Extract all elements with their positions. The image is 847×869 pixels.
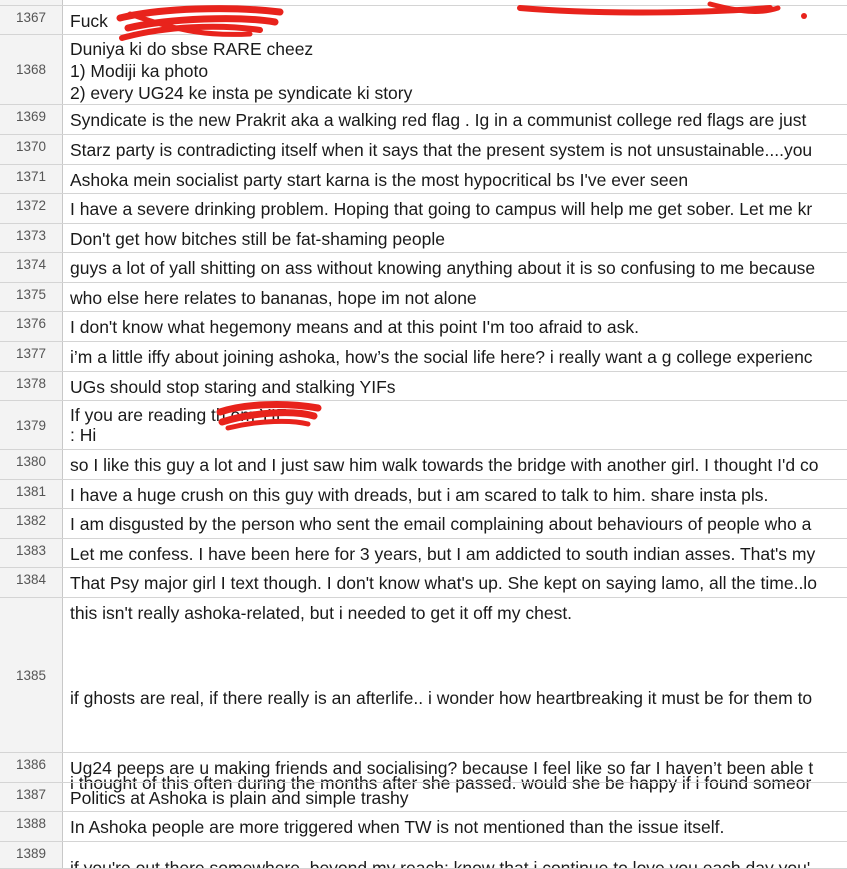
table-row[interactable]: 1381 I have a huge crush on this guy with… (0, 480, 847, 509)
cell-line: Starz party is contradicting itself when… (70, 140, 813, 160)
cell-line: : Hi (70, 425, 97, 445)
cell-line: I have a huge crush on this guy with dre… (70, 485, 769, 505)
cell-line: 1) Modiji ka photo (70, 61, 209, 81)
table-row[interactable]: 1387 Politics at Ashoka is plain and simp… (0, 783, 847, 812)
row-number[interactable]: 1373 (0, 224, 63, 252)
cell-text[interactable]: Starz party is contradicting itself when… (70, 139, 847, 161)
table-row[interactable]: 1379 If you are reading th om YIF,: Hi (0, 401, 847, 450)
cell-line: who else here relates to bananas, hope i… (70, 288, 477, 308)
table-row[interactable]: 1370 Starz party is contradicting itself … (0, 135, 847, 165)
cell-text[interactable]: I have a huge crush on this guy with dre… (70, 484, 847, 506)
row-number[interactable]: 1389 (0, 842, 63, 868)
cell-text[interactable]: guys a lot of yall shitting on ass witho… (70, 257, 847, 279)
row-number[interactable]: 1385 (0, 598, 63, 752)
row-number[interactable]: 1377 (0, 342, 63, 371)
cell-text[interactable]: That Psy major girl I text though. I don… (70, 572, 847, 594)
table-row[interactable]: 1372 I have a severe drinking problem. Ho… (0, 194, 847, 224)
cell-text[interactable]: Politics at Ashoka is plain and simple t… (70, 787, 847, 809)
cell-text[interactable]: I am disgusted by the person who sent th… (70, 513, 847, 535)
row-number[interactable]: 1372 (0, 194, 63, 223)
row-number[interactable]: 1383 (0, 539, 63, 567)
cell-text[interactable]: UGs should stop staring and stalking YIF… (70, 376, 847, 398)
table-row[interactable]: 1378 UGs should stop staring and stalking… (0, 372, 847, 401)
table-row[interactable]: 1385 this isn't really ashoka-related, bu… (0, 598, 847, 869)
row-number[interactable]: 1375 (0, 283, 63, 311)
cell-line: so I like this guy a lot and I just saw … (70, 455, 819, 475)
cell-line: if ghosts are real, if there really is a… (70, 688, 813, 708)
cell-line: I have a severe drinking problem. Hoping… (70, 199, 813, 219)
cell-line (70, 635, 847, 678)
cell-text[interactable]: Ug24 peeps are u making friends and soci… (70, 757, 847, 779)
cell-line: In Ashoka people are more triggered when… (70, 817, 725, 837)
table-row[interactable]: 1380 so I like this guy a lot and I just … (0, 450, 847, 480)
cell-line: Syndicate is the new Prakrit aka a walki… (70, 110, 807, 130)
row-number[interactable]: 1381 (0, 480, 63, 508)
cell-text[interactable]: If you are reading th om YIF,: Hi (70, 405, 847, 445)
cell-line: 2) every UG24 ke insta pe syndicate ki s… (70, 83, 413, 103)
table-row[interactable]: 1376 I don't know what hegemony means and… (0, 312, 847, 342)
table-row[interactable]: 1377 i’m a little iffy about joining asho… (0, 342, 847, 372)
table-row[interactable]: 1386 Ug24 peeps are u making friends and … (0, 753, 847, 783)
cell-line: this isn't really ashoka-related, but i … (70, 603, 573, 623)
cell-line: Fuck (70, 11, 108, 31)
row-number[interactable]: 1374 (0, 253, 63, 282)
cell-text[interactable]: In Ashoka people are more triggered when… (70, 816, 847, 838)
cell-line: i’m a little iffy about joining ashoka, … (70, 347, 813, 367)
cell-text[interactable]: i’m a little iffy about joining ashoka, … (70, 346, 847, 368)
cell-line: Don't get how bitches still be fat-shami… (70, 229, 445, 249)
table-row[interactable]: 1371 Ashoka mein socialist party start ka… (0, 165, 847, 194)
table-row[interactable]: 1389 (0, 842, 847, 869)
cell-line: Ug24 peeps are u making friends and soci… (70, 758, 814, 778)
table-row[interactable]: 1374 guys a lot of yall shitting on ass w… (0, 253, 847, 283)
cell-text[interactable]: Don't get how bitches still be fat-shami… (70, 228, 847, 250)
row-number[interactable]: 1384 (0, 568, 63, 597)
cell-line: Let me confess. I have been here for 3 y… (70, 544, 816, 564)
row-number[interactable]: 1378 (0, 372, 63, 400)
row-number[interactable]: 1371 (0, 165, 63, 193)
cell-text[interactable]: I don't know what hegemony means and at … (70, 316, 847, 338)
cell-line: guys a lot of yall shitting on ass witho… (70, 258, 816, 278)
cell-text[interactable]: Ashoka mein socialist party start karna … (70, 169, 847, 191)
cell-text[interactable]: who else here relates to bananas, hope i… (70, 287, 847, 309)
spreadsheet: 1367 Fuck 1368 Duniya ki do sbse RARE cheez… (0, 0, 847, 869)
cell-line: Ashoka mein socialist party start karna … (70, 170, 689, 190)
row-number[interactable]: 1382 (0, 509, 63, 538)
cell-text[interactable]: Let me confess. I have been here for 3 y… (70, 543, 847, 565)
table-row[interactable]: 1388 In Ashoka people are more triggered … (0, 812, 847, 842)
table-row[interactable]: 1367 Fuck (0, 6, 847, 35)
table-row[interactable]: 1369 Syndicate is the new Prakrit aka a w… (0, 105, 847, 135)
row-number[interactable]: 1386 (0, 753, 63, 782)
row-number[interactable]: 1387 (0, 783, 63, 811)
row-number[interactable]: 1388 (0, 812, 63, 841)
row-header[interactable] (0, 0, 63, 5)
cell-line: If you are reading th om YIF, (70, 405, 290, 425)
row-number[interactable]: 1369 (0, 105, 63, 134)
cell-line: UGs should stop staring and stalking YIF… (70, 377, 396, 397)
table-row[interactable]: 1375 who else here relates to bananas, ho… (0, 283, 847, 312)
cell-text[interactable]: Fuck (70, 10, 847, 32)
table-row[interactable]: 1383 Let me confess. I have been here for… (0, 539, 847, 568)
cell-line: Duniya ki do sbse RARE cheez (70, 39, 314, 59)
row-number[interactable]: 1367 (0, 6, 63, 34)
cell-text[interactable]: so I like this guy a lot and I just saw … (70, 454, 847, 476)
cell-line: Politics at Ashoka is plain and simple t… (70, 788, 409, 808)
cell-text[interactable]: Duniya ki do sbse RARE cheez 1) Modiji ka… (70, 38, 847, 104)
row-number[interactable]: 1376 (0, 312, 63, 341)
row-number[interactable]: 1380 (0, 450, 63, 479)
cell-line: That Psy major girl I text though. I don… (70, 573, 817, 593)
row-number[interactable]: 1370 (0, 135, 63, 164)
table-row[interactable]: 1368 Duniya ki do sbse RARE cheez 1) Modij… (0, 35, 847, 105)
table-row[interactable]: 1382 I am disgusted by the person who sen… (0, 509, 847, 539)
cell-line: I am disgusted by the person who sent th… (70, 514, 812, 534)
cell-text[interactable]: I have a severe drinking problem. Hoping… (70, 198, 847, 220)
row-number[interactable]: 1368 (0, 35, 63, 104)
row-number[interactable]: 1379 (0, 401, 63, 449)
cell-line: I don't know what hegemony means and at … (70, 317, 639, 337)
table-row[interactable]: 1373 Don't get how bitches still be fat-s… (0, 224, 847, 253)
cell-text[interactable]: Syndicate is the new Prakrit aka a walki… (70, 109, 847, 131)
